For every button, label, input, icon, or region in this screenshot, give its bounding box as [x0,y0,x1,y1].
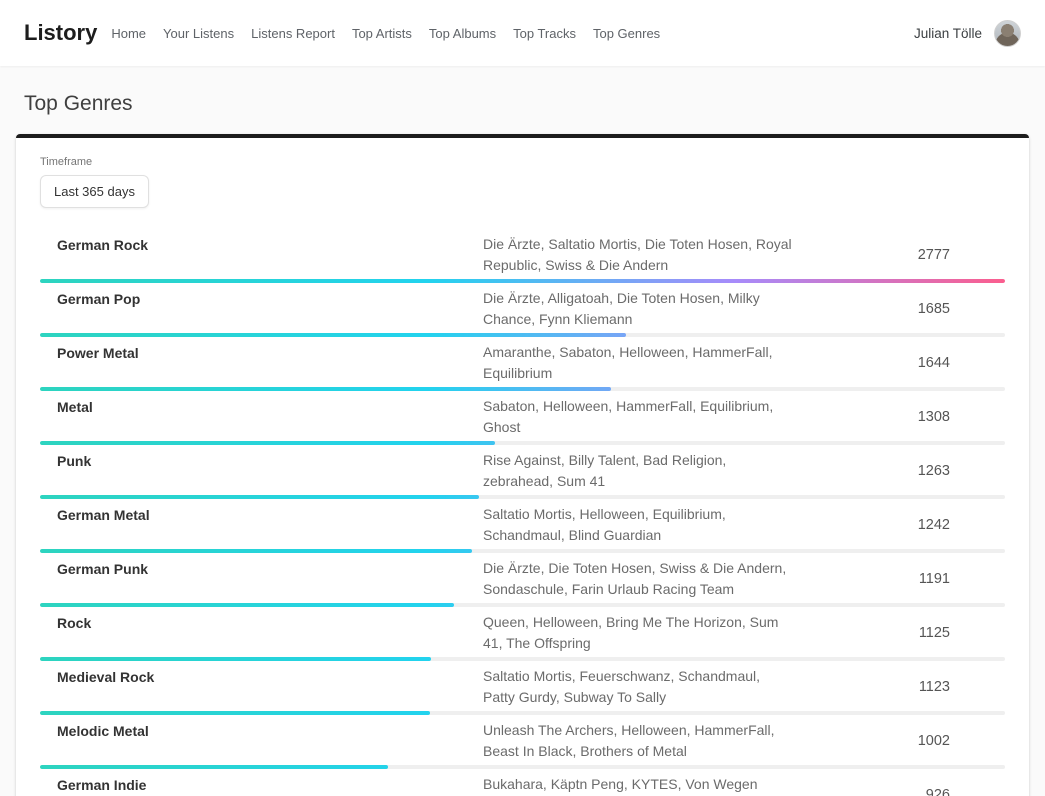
genre-count: 1263 [918,463,1005,479]
genre-bar [40,711,430,715]
genre-row: Melodic MetalUnleash The Archers, Hellow… [40,720,1005,769]
genre-row: Medieval RockSaltatio Mortis, Feuerschwa… [40,666,1005,715]
genre-bar [40,387,611,391]
genre-bar-track [40,495,1005,499]
genre-name: Punk [40,450,483,472]
genre-row: PunkRise Against, Billy Talent, Bad Reli… [40,450,1005,499]
genre-name: Rock [40,612,483,634]
genre-row: German PunkDie Ärzte, Die Toten Hosen, S… [40,558,1005,607]
genre-name: Power Metal [40,342,483,364]
genre-row: German MetalSaltatio Mortis, Helloween, … [40,504,1005,553]
timeframe-section: Timeframe Last 365 days [40,156,1005,208]
genre-bar-track [40,711,1005,715]
genre-artists: Queen, Helloween, Bring Me The Horizon, … [483,612,793,654]
genre-bar-track [40,387,1005,391]
user-name: Julian Tölle [914,26,982,41]
nav-link-home[interactable]: Home [111,26,146,41]
timeframe-select[interactable]: Last 365 days [40,175,149,208]
genre-bar-track [40,279,1005,283]
genre-row: German PopDie Ärzte, Alligatoah, Die Tot… [40,288,1005,337]
genre-name: Melodic Metal [40,720,483,742]
genre-bar [40,441,495,445]
genre-count: 1002 [918,733,1005,749]
genre-name: German Metal [40,504,483,526]
nav-link-your-listens[interactable]: Your Listens [163,26,234,41]
genre-bar [40,603,454,607]
genre-bar [40,495,479,499]
genre-count: 926 [926,787,1005,796]
nav-links: Home Your Listens Listens Report Top Artist… [111,26,914,41]
page-title: Top Genres [24,92,1045,116]
genre-row: German IndieBukahara, Käptn Peng, KYTES,… [40,774,1005,796]
genre-name: German Indie [40,774,483,796]
genre-count: 1125 [919,625,1005,641]
nav-link-top-albums[interactable]: Top Albums [429,26,496,41]
timeframe-label: Timeframe [40,156,1005,168]
genre-name: Medieval Rock [40,666,483,688]
genre-bar [40,549,472,553]
genre-artists: Die Ärzte, Die Toten Hosen, Swiss & Die … [483,558,793,600]
nav-link-listens-report[interactable]: Listens Report [251,26,335,41]
nav-link-top-tracks[interactable]: Top Tracks [513,26,576,41]
genre-list: German RockDie Ärzte, Saltatio Mortis, D… [40,234,1005,796]
genre-name: German Punk [40,558,483,580]
nav-link-top-genres[interactable]: Top Genres [593,26,660,41]
genre-bar [40,657,431,661]
genre-artists: Sabaton, Helloween, HammerFall, Equilibr… [483,396,793,438]
genre-bar-track [40,333,1005,337]
top-genres-card: Timeframe Last 365 days German RockDie Ä… [16,134,1029,796]
genre-bar-track [40,657,1005,661]
genre-artists: Die Ärzte, Alligatoah, Die Toten Hosen, … [483,288,793,330]
genre-artists: Saltatio Mortis, Feuerschwanz, Schandmau… [483,666,793,708]
genre-name: German Rock [40,234,483,256]
genre-bar [40,765,388,769]
genre-count: 1191 [919,571,1005,587]
genre-count: 1685 [918,301,1005,317]
card-body: Timeframe Last 365 days German RockDie Ä… [16,138,1029,796]
genre-artists: Unleash The Archers, Helloween, HammerFa… [483,720,793,762]
nav-link-top-artists[interactable]: Top Artists [352,26,412,41]
genre-artists: Rise Against, Billy Talent, Bad Religion… [483,450,793,492]
genre-count: 1644 [918,355,1005,371]
genre-bar-track [40,441,1005,445]
genre-bar-track [40,603,1005,607]
genre-row: RockQueen, Helloween, Bring Me The Horiz… [40,612,1005,661]
genre-row: German RockDie Ärzte, Saltatio Mortis, D… [40,234,1005,283]
brand-logo[interactable]: Listory [24,20,97,46]
genre-bar-track [40,765,1005,769]
user-menu: Julian Tölle [914,20,1021,47]
genre-artists: Bukahara, Käptn Peng, KYTES, Von Wegen L… [483,774,793,796]
genre-count: 1242 [918,517,1005,533]
main-content: Top Genres Timeframe Last 365 days Germa… [0,92,1045,796]
genre-row: Power MetalAmaranthe, Sabaton, Helloween… [40,342,1005,391]
genre-name: German Pop [40,288,483,310]
genre-count: 2777 [918,247,1005,263]
genre-artists: Saltatio Mortis, Helloween, Equilibrium,… [483,504,793,546]
genre-bar-track [40,549,1005,553]
genre-count: 1123 [919,679,1005,695]
user-avatar[interactable] [994,20,1021,47]
genre-count: 1308 [918,409,1005,425]
genre-artists: Amaranthe, Sabaton, Helloween, HammerFal… [483,342,793,384]
genre-bar [40,279,1005,283]
genre-name: Metal [40,396,483,418]
genre-artists: Die Ärzte, Saltatio Mortis, Die Toten Ho… [483,234,793,276]
genre-bar [40,333,626,337]
genre-row: MetalSabaton, Helloween, HammerFall, Equ… [40,396,1005,445]
navbar: Listory Home Your Listens Listens Report To… [0,0,1045,66]
